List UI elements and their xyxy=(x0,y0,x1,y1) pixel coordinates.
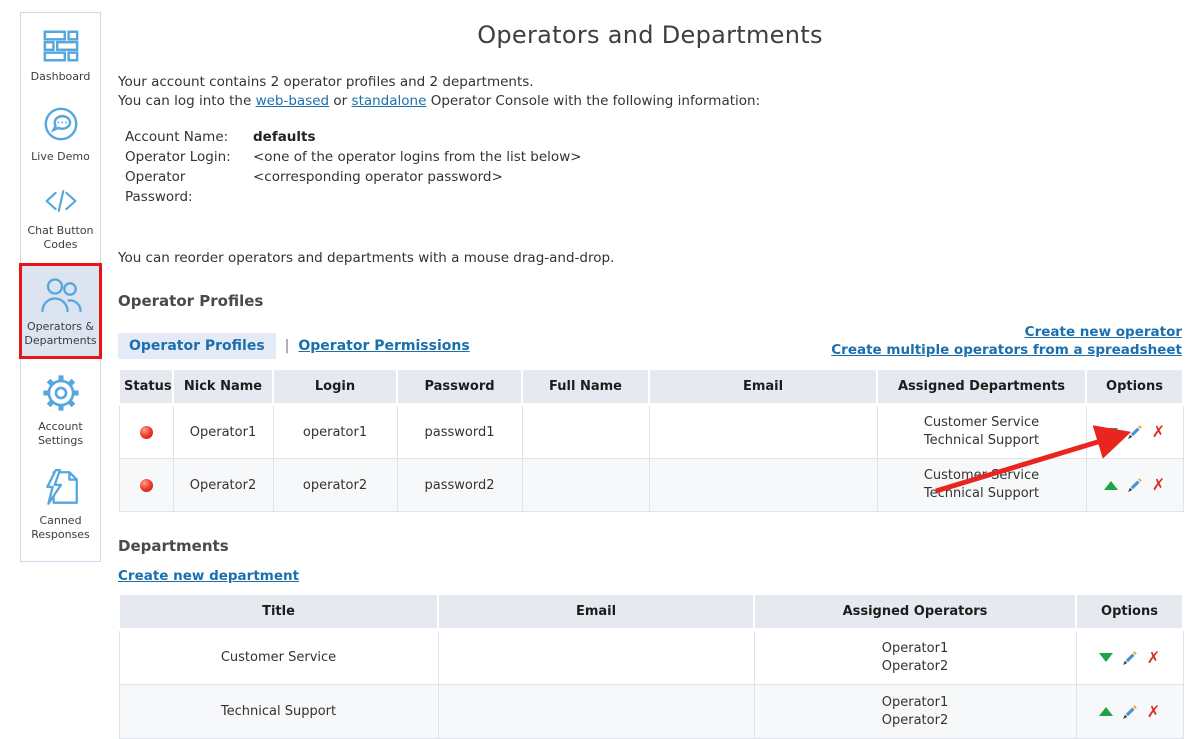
sidebar-item-label: Operators & Departments xyxy=(22,320,99,348)
login-cell: operator1 xyxy=(273,405,397,459)
edit-icon[interactable] xyxy=(1127,424,1143,440)
title-cell: Technical Support xyxy=(119,685,438,739)
assigned-departments-cell: Customer Service Technical Support xyxy=(877,405,1086,459)
move-down-icon[interactable] xyxy=(1099,653,1113,662)
sidebar-item-canned-responses[interactable]: Canned Responses xyxy=(21,457,100,551)
department-row[interactable]: Customer Service Operator1 Operator2 xyxy=(119,630,1183,685)
departments-header-row: Title Email Assigned Operators Options xyxy=(119,594,1183,630)
assigned-operators-cell: Operator1 Operator2 xyxy=(754,630,1076,685)
delete-icon[interactable]: ✗ xyxy=(1152,477,1165,493)
move-up-icon[interactable] xyxy=(1099,707,1113,716)
col-assigned-operators: Assigned Operators xyxy=(754,594,1076,630)
operator-password-value: <corresponding operator password> xyxy=(253,167,503,207)
status-indicator xyxy=(140,426,153,439)
assigned-operators-cell: Operator1 Operator2 xyxy=(754,685,1076,739)
chat-button-codes-icon xyxy=(40,183,82,219)
operators-header-row: Status Nick Name Login Password Full Nam… xyxy=(119,369,1183,405)
main-content: Operators and Departments Your account c… xyxy=(118,0,1182,739)
tab-operator-permissions[interactable]: Operator Permissions xyxy=(298,338,469,354)
sidebar-item-dashboard[interactable]: Dashboard xyxy=(21,17,100,93)
col-email: Email xyxy=(649,369,877,405)
delete-icon[interactable]: ✗ xyxy=(1152,424,1165,440)
departments-heading: Departments xyxy=(118,537,1182,555)
email-cell xyxy=(649,405,877,459)
email-cell xyxy=(438,685,754,739)
operator-password-label: Operator Password: xyxy=(125,167,253,207)
operator-login-value: <one of the operator logins from the lis… xyxy=(253,147,582,167)
assigned-departments-cell: Customer Service Technical Support xyxy=(877,459,1086,512)
operator-row[interactable]: Operator2 operator2 password2 Customer S… xyxy=(119,459,1183,512)
col-login: Login xyxy=(273,369,397,405)
sidebar-item-live-demo[interactable]: Live Demo xyxy=(21,93,100,173)
department-row[interactable]: Technical Support Operator1 Operator2 xyxy=(119,685,1183,739)
intro-text: Your account contains 2 operator profile… xyxy=(118,73,1182,110)
edit-icon[interactable] xyxy=(1122,650,1138,666)
col-assigned-departments: Assigned Departments xyxy=(877,369,1086,405)
dashboard-icon xyxy=(41,27,81,65)
status-indicator xyxy=(140,479,153,492)
password-cell: password1 xyxy=(397,405,522,459)
gear-icon xyxy=(39,371,83,415)
departments-table: Title Email Assigned Operators Options C… xyxy=(118,593,1184,739)
login-cell: operator2 xyxy=(273,459,397,512)
password-cell: password2 xyxy=(397,459,522,512)
nick-name-cell: Operator1 xyxy=(173,405,273,459)
sidebar-item-label: Chat Button Codes xyxy=(23,224,98,252)
sidebar-item-label: Dashboard xyxy=(31,70,91,84)
create-multiple-operators-link[interactable]: Create multiple operators from a spreads… xyxy=(831,341,1182,359)
canned-responses-icon xyxy=(40,467,82,509)
live-demo-icon xyxy=(40,103,82,145)
col-email: Email xyxy=(438,594,754,630)
col-password: Password xyxy=(397,369,522,405)
create-new-department-link[interactable]: Create new department xyxy=(118,568,299,584)
move-up-icon[interactable] xyxy=(1104,481,1118,490)
operators-departments-icon xyxy=(38,275,84,315)
tab-operator-profiles[interactable]: Operator Profiles xyxy=(118,333,276,359)
move-down-icon[interactable] xyxy=(1104,428,1118,437)
sidebar-item-label: Live Demo xyxy=(31,150,90,164)
operators-table: Status Nick Name Login Password Full Nam… xyxy=(118,368,1184,512)
title-cell: Customer Service xyxy=(119,630,438,685)
edit-icon[interactable] xyxy=(1122,704,1138,720)
page-title: Operators and Departments xyxy=(118,21,1182,49)
create-new-operator-link[interactable]: Create new operator xyxy=(831,323,1182,341)
credentials-block: Account Name: defaults Operator Login: <… xyxy=(125,127,1182,207)
full-name-cell xyxy=(522,405,649,459)
tab-separator: | xyxy=(285,338,290,354)
sidebar-item-label: Account Settings xyxy=(23,420,98,448)
operators-tabbar: Operator Profiles | Operator Permissions C… xyxy=(118,323,1182,359)
delete-icon[interactable]: ✗ xyxy=(1147,650,1160,666)
col-status: Status xyxy=(119,369,173,405)
email-cell xyxy=(438,630,754,685)
sidebar-item-operators-departments[interactable]: Operators & Departments xyxy=(19,263,102,359)
email-cell xyxy=(649,459,877,512)
login-info-line: You can log into the web-based or standa… xyxy=(118,92,1182,111)
reorder-note: You can reorder operators and department… xyxy=(118,249,1182,267)
edit-icon[interactable] xyxy=(1127,477,1143,493)
operator-profiles-heading: Operator Profiles xyxy=(118,292,1182,310)
col-nick-name: Nick Name xyxy=(173,369,273,405)
col-options: Options xyxy=(1076,594,1183,630)
sidebar-item-account-settings[interactable]: Account Settings xyxy=(21,361,100,457)
sidebar: Dashboard Live Demo Chat Button Codes Op… xyxy=(20,12,101,562)
nick-name-cell: Operator2 xyxy=(173,459,273,512)
operator-row[interactable]: Operator1 operator1 password1 Customer S… xyxy=(119,405,1183,459)
col-full-name: Full Name xyxy=(522,369,649,405)
web-based-link[interactable]: web-based xyxy=(256,93,330,109)
full-name-cell xyxy=(522,459,649,512)
sidebar-item-chat-button-codes[interactable]: Chat Button Codes xyxy=(21,173,100,261)
operator-login-label: Operator Login: xyxy=(125,147,253,167)
col-options: Options xyxy=(1086,369,1183,405)
sidebar-item-label: Canned Responses xyxy=(23,514,98,542)
account-name-label: Account Name: xyxy=(125,127,253,147)
col-title: Title xyxy=(119,594,438,630)
delete-icon[interactable]: ✗ xyxy=(1147,704,1160,720)
account-summary-line: Your account contains 2 operator profile… xyxy=(118,73,1182,92)
standalone-link[interactable]: standalone xyxy=(352,93,427,109)
account-name-value: defaults xyxy=(253,127,316,147)
